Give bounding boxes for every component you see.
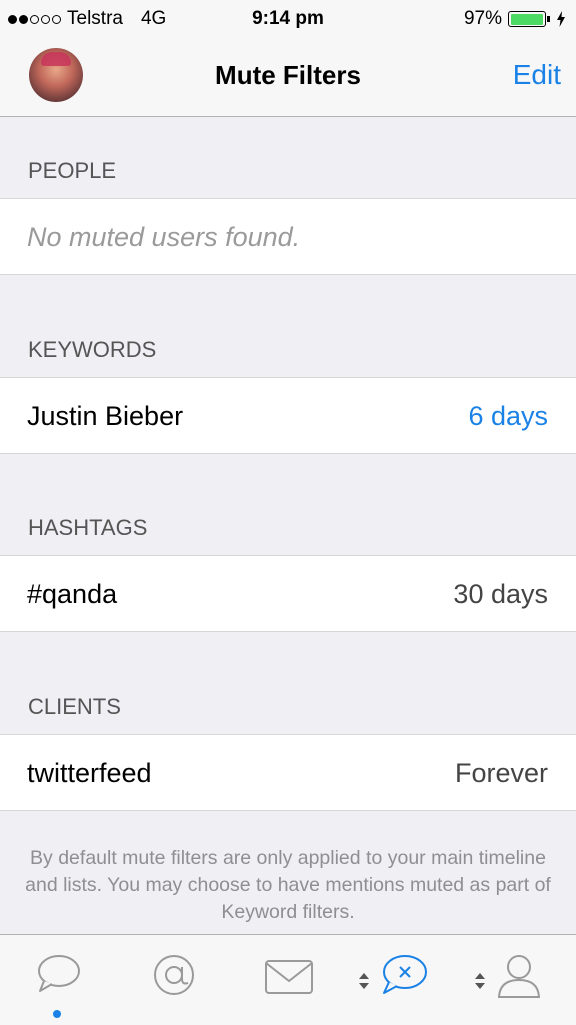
client-duration: Forever <box>454 758 548 788</box>
battery-fill <box>510 13 543 25</box>
page-title: Mute Filters <box>215 60 361 90</box>
person-icon[interactable] <box>496 953 542 999</box>
tab-bar <box>0 934 576 1025</box>
keyword-label: Justin Bieber <box>27 401 184 431</box>
keyword-row[interactable]: Justin Bieber 6 days <box>0 377 576 454</box>
section-header-clients: CLIENTS <box>28 694 121 719</box>
navigation-bar: Mute Filters Edit <box>0 40 576 117</box>
mute-bubble-icon[interactable] <box>380 953 428 997</box>
edit-button[interactable]: Edit <box>513 59 561 91</box>
section-header-keywords: KEYWORDS <box>28 337 157 362</box>
reorder-arrows-icon <box>359 973 369 989</box>
speech-bubble-icon[interactable] <box>36 953 82 995</box>
empty-state-text: No muted users found. <box>27 222 301 252</box>
footer-note: By default mute filters are only applied… <box>25 847 551 923</box>
hashtag-duration: 30 days <box>453 579 548 609</box>
status-bar: Telstra 4G 9:14 pm 97% <box>0 0 576 40</box>
unread-indicator <box>53 1010 61 1018</box>
section-header-people: PEOPLE <box>28 158 117 183</box>
reorder-arrows-icon <box>475 973 485 989</box>
status-right: 97% <box>464 8 566 30</box>
client-label: twitterfeed <box>27 758 152 788</box>
battery-icon <box>508 11 546 27</box>
battery-tip <box>547 16 550 22</box>
hashtag-row[interactable]: #qanda 30 days <box>0 555 576 632</box>
charging-icon <box>557 11 565 27</box>
section-header-hashtags: HASHTAGS <box>28 515 148 540</box>
people-empty-row: No muted users found. <box>0 198 576 275</box>
keyword-duration: 6 days <box>468 401 548 431</box>
battery-percentage: 97% <box>463 8 502 29</box>
hashtag-label: #qanda <box>27 579 118 609</box>
envelope-icon[interactable] <box>264 959 314 995</box>
at-sign-icon[interactable] <box>152 953 196 997</box>
client-row[interactable]: twitterfeed Forever <box>0 734 576 811</box>
